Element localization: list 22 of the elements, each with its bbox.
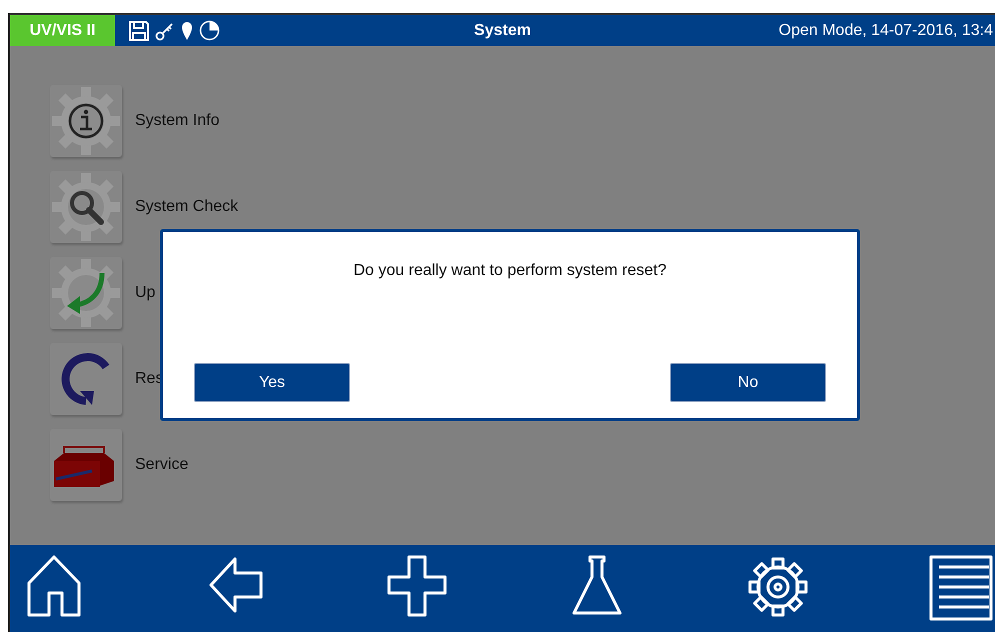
menu-tile-button[interactable] <box>50 257 122 329</box>
dialog-message: Do you really want to perform system reset? <box>353 262 666 280</box>
info-gear-icon <box>50 85 122 157</box>
pie-chart-icon[interactable] <box>199 20 220 41</box>
curved-arrow-gear-icon <box>50 257 122 329</box>
save-icon[interactable] <box>129 20 149 40</box>
key-icon[interactable] <box>155 20 175 40</box>
yes-button[interactable]: Yes <box>194 363 350 402</box>
menu-label[interactable]: System Info <box>135 112 220 130</box>
menu-label[interactable]: Service <box>135 456 188 474</box>
magnifier-gear-icon <box>50 171 122 243</box>
menu-tile-button[interactable] <box>50 343 122 415</box>
location-pin-icon[interactable] <box>181 20 193 40</box>
menu-tile-button[interactable] <box>50 171 122 243</box>
screen-title: System <box>474 22 531 38</box>
status-text: Open Mode, 14-07-2016, 13:4 <box>778 22 994 40</box>
menu-tile-button[interactable] <box>50 85 122 157</box>
no-button[interactable]: No <box>670 363 826 402</box>
menu-tile-button[interactable] <box>50 429 122 501</box>
menu-label[interactable]: System Check <box>135 198 238 216</box>
menu-label[interactable]: Up <box>135 284 156 302</box>
device-label: UV/VIS II <box>10 15 115 46</box>
